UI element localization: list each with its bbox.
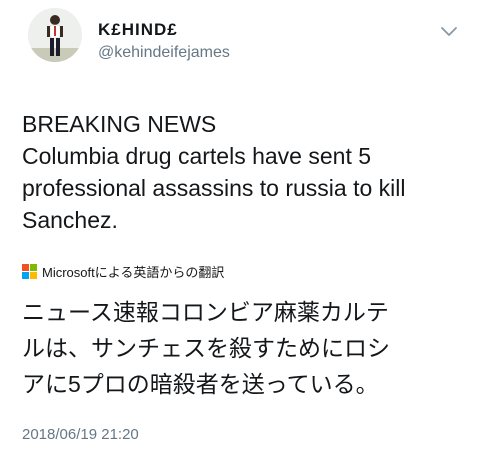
logo-square [22,272,29,279]
translated-text-line: ルは、サンチェスを殺すためにロシ [22,335,390,361]
translated-text-line: ニュース速報コロンビア麻薬カルテ [22,299,389,325]
tweet-text-line: Columbia drug cartels have sent 5 [22,143,372,169]
logo-square [30,272,37,279]
avatar-photo [28,8,82,62]
translation-attribution[interactable]: Microsoftによる英語からの翻訳 [22,262,224,281]
microsoft-logo-icon [22,264,37,279]
user-handle[interactable]: @kehindeifejames [98,44,230,62]
tweet-text-line: Sanchez. [22,207,118,233]
display-name[interactable]: K£HIND£ [98,20,178,40]
tweet-timestamp[interactable]: 2018/06/19 21:20 [22,426,139,443]
avatar[interactable] [28,8,82,62]
tweet-text-line: BREAKING NEWS [22,111,217,137]
tweet-text: BREAKING NEWS Columbia drug cartels have… [22,108,462,236]
tweet-text-line: professional assassins to russia to kill [22,175,406,201]
translation-label: Microsoftによる英語からの翻訳 [42,265,225,280]
translated-text: ニュース速報コロンビア麻薬カルテ ルは、サンチェスを殺すためにロシ アに5プロの… [22,294,467,402]
logo-square [30,264,37,271]
translated-text-line: アに5プロの暗殺者を送っている。 [22,371,379,397]
chevron-down-icon[interactable] [440,26,458,38]
logo-square [22,264,29,271]
